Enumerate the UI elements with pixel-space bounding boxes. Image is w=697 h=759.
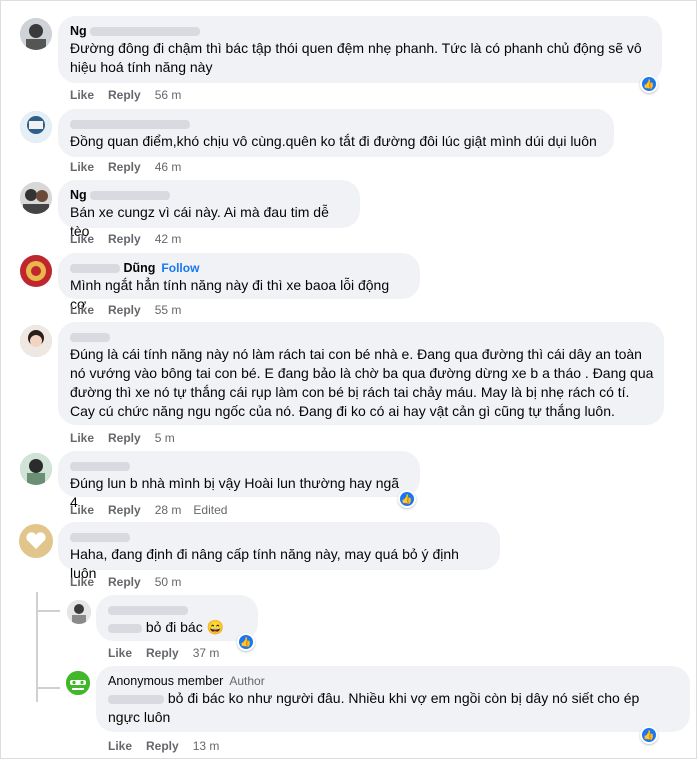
comment-text: Đồng quan điểm,khó chịu vô cùng.quên ko … xyxy=(70,133,597,149)
commenter-name[interactable] xyxy=(70,116,602,132)
commenter-name[interactable]: Dũng Follow xyxy=(70,260,408,276)
comment-actions: Like Reply 42 m xyxy=(70,232,181,246)
reply-bubble: Anonymous member Author bỏ đi bác ko như … xyxy=(96,666,690,732)
like-button[interactable]: Like xyxy=(70,160,94,174)
reaction-badge[interactable]: 👍 xyxy=(640,726,658,744)
avatar[interactable] xyxy=(20,325,52,357)
like-thumb-icon: 👍 xyxy=(239,635,253,649)
reply-button[interactable]: Reply xyxy=(146,646,179,660)
avatar[interactable] xyxy=(20,111,52,143)
comment-actions: Like Reply 5 m xyxy=(70,431,175,445)
reaction-badge[interactable]: 👍 xyxy=(640,75,658,93)
avatar[interactable] xyxy=(20,453,52,485)
avatar-photo-icon xyxy=(20,18,52,50)
commenter-name[interactable] xyxy=(108,602,246,618)
comment-bubble: Haha, đang định đi nâng cấp tính năng nà… xyxy=(58,522,500,581)
like-button[interactable]: Like xyxy=(70,303,94,317)
comment-bubble: Dũng Follow Mình ngắt hẳn tính năng này đ… xyxy=(58,253,420,312)
reply-thread-connector xyxy=(36,610,60,612)
commenter-name[interactable] xyxy=(70,458,408,474)
like-button[interactable]: Like xyxy=(108,739,132,753)
comment-time[interactable]: 56 m xyxy=(155,88,182,102)
reply-bubble: bỏ đi bác 😄 xyxy=(96,595,258,641)
commenter-name[interactable]: Anonymous member Author xyxy=(108,673,678,689)
comment-bubble: Đúng lun b nhà mình bị vậy Hoài lun thườ… xyxy=(58,451,420,510)
reply-button[interactable]: Reply xyxy=(108,503,141,517)
comment-time[interactable]: 42 m xyxy=(155,232,182,246)
like-thumb-icon: 👍 xyxy=(642,728,656,742)
comment-bubble: Ng Đường đông đi chậm thì bác tập thói q… xyxy=(58,16,662,83)
reply-button[interactable]: Reply xyxy=(108,575,141,589)
commenter-name[interactable] xyxy=(70,529,488,545)
reply-text: bỏ đi bác 😄 xyxy=(108,618,246,637)
comment-actions: Like Reply 50 m xyxy=(70,575,181,589)
reply-thread-line xyxy=(36,592,38,702)
like-button[interactable]: Like xyxy=(70,232,94,246)
reaction-badge[interactable]: 👍 xyxy=(237,633,255,651)
comment-time[interactable]: 46 m xyxy=(155,160,182,174)
author-badge: Author xyxy=(229,674,265,688)
avatar[interactable] xyxy=(66,671,90,695)
comment-actions: Like Reply 55 m xyxy=(70,303,181,317)
reply-time[interactable]: 13 m xyxy=(193,739,220,753)
avatar-photo-icon xyxy=(20,325,52,357)
comment-bubble: Đúng là cái tính năng này nó làm rách ta… xyxy=(58,322,664,425)
avatar-photo-icon xyxy=(20,255,52,287)
comment-time[interactable]: 28 m xyxy=(155,503,182,517)
comment-time[interactable]: 55 m xyxy=(155,303,182,317)
like-button[interactable]: Like xyxy=(70,503,94,517)
comment-actions: Like Reply 46 m xyxy=(70,160,181,174)
commenter-name[interactable]: Ng xyxy=(70,187,348,203)
follow-button[interactable]: Follow xyxy=(161,261,199,275)
commenter-name[interactable] xyxy=(70,329,652,345)
reply-button[interactable]: Reply xyxy=(108,303,141,317)
like-thumb-icon: 👍 xyxy=(400,492,414,506)
edited-label[interactable]: Edited xyxy=(193,503,227,517)
avatar-photo-icon xyxy=(20,182,52,214)
avatar[interactable] xyxy=(20,255,52,287)
avatar-photo-icon xyxy=(20,111,52,143)
comment-time[interactable]: 50 m xyxy=(155,575,182,589)
avatar[interactable] xyxy=(18,523,54,559)
like-button[interactable]: Like xyxy=(70,431,94,445)
avatar-photo-icon xyxy=(20,453,52,485)
comment-time[interactable]: 5 m xyxy=(155,431,175,445)
reply-button[interactable]: Reply xyxy=(108,88,141,102)
reply-button[interactable]: Reply xyxy=(108,160,141,174)
reply-actions: Like Reply 13 m xyxy=(108,739,219,753)
comment-bubble: Ng Bán xe cungz vì cái này. Ai mà đau ti… xyxy=(58,180,360,239)
avatar[interactable] xyxy=(20,18,52,50)
like-button[interactable]: Like xyxy=(70,575,94,589)
avatar[interactable] xyxy=(67,600,91,624)
reaction-badge[interactable]: 👍 xyxy=(398,490,416,508)
avatar-photo-icon xyxy=(67,600,91,624)
reply-actions: Like Reply 37 m xyxy=(108,646,219,660)
reply-time[interactable]: 37 m xyxy=(193,646,220,660)
commenter-name[interactable]: Ng xyxy=(70,23,650,39)
reply-thread-connector xyxy=(36,687,60,689)
comment-bubble: Đồng quan điểm,khó chịu vô cùng.quên ko … xyxy=(58,109,614,157)
avatar[interactable] xyxy=(20,182,52,214)
reply-text: bỏ đi bác ko như người đâu. Nhiều khi vợ… xyxy=(108,689,678,708)
reply-text-continued: ngực luôn xyxy=(108,709,171,725)
reply-button[interactable]: Reply xyxy=(146,739,179,753)
comment-text: Đúng là cái tính năng này nó làm rách ta… xyxy=(70,346,654,419)
like-button[interactable]: Like xyxy=(108,646,132,660)
heart-hands-icon xyxy=(19,524,53,558)
like-thumb-icon: 👍 xyxy=(642,77,656,91)
comment-actions: Like Reply 56 m xyxy=(70,88,181,102)
anonymous-member-icon xyxy=(66,671,90,695)
comment-actions: Like Reply 28 m Edited xyxy=(70,503,227,517)
reply-button[interactable]: Reply xyxy=(108,431,141,445)
comment-text: Đường đông đi chậm thì bác tập thói quen… xyxy=(70,40,642,75)
reply-button[interactable]: Reply xyxy=(108,232,141,246)
like-button[interactable]: Like xyxy=(70,88,94,102)
